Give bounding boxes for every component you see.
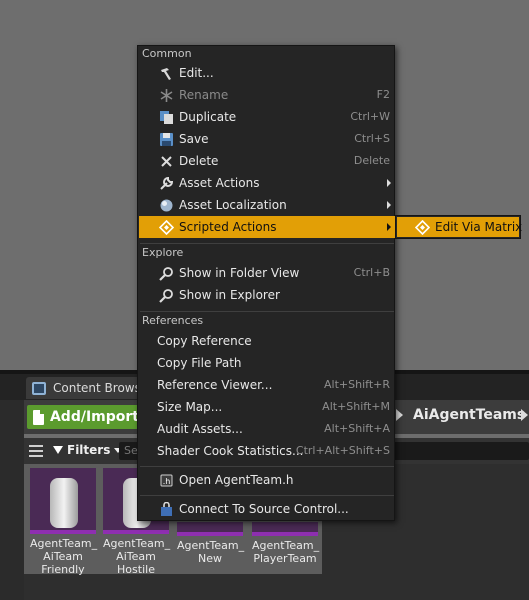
menu-item-shortcut: F2 <box>376 88 390 101</box>
asset-name: AgentTeam_ AiTeam Friendly <box>30 537 98 576</box>
section-header-explore: Explore <box>142 246 184 259</box>
asset-thumbnail <box>30 468 96 534</box>
asset-thumbnail <box>252 522 318 536</box>
menu-item-label: Reference Viewer... <box>157 378 273 392</box>
left-panel-strip <box>0 400 24 600</box>
delete-icon <box>161 156 172 167</box>
duplicate-icon <box>160 111 173 124</box>
save-icon <box>160 133 173 146</box>
funnel-icon <box>53 446 63 454</box>
asset-thumbnail <box>177 522 243 536</box>
asset-view-footer <box>24 574 322 600</box>
section-header-common: Common <box>142 47 192 60</box>
section-header-references: References <box>142 314 204 327</box>
menu-divider <box>140 466 394 467</box>
breadcrumb-current-folder[interactable]: AiAgentTeams <box>413 407 525 423</box>
menu-item-label: Save <box>179 132 209 146</box>
asset-name: AgentTeam_ New <box>177 539 245 565</box>
menu-item-duplicate[interactable]: Duplicate Ctrl+W <box>139 106 395 128</box>
menu-item-delete[interactable]: Delete Delete <box>139 150 395 172</box>
menu-item-label: Rename <box>179 88 229 102</box>
asset-name: AgentTeam_ PlayerTeam <box>252 539 320 565</box>
magnifier-icon <box>159 289 173 303</box>
menu-item-shortcut: Alt+Shift+M <box>322 400 390 413</box>
content-browser-icon <box>32 381 46 395</box>
menu-item-save[interactable]: Save Ctrl+S <box>139 128 395 150</box>
menu-item-shortcut: Alt+Shift+A <box>324 422 390 435</box>
filters-button[interactable]: Filters <box>53 443 123 457</box>
sources-list-icon[interactable] <box>29 445 43 457</box>
menu-item-label: Duplicate <box>179 110 237 124</box>
menu-item-audit-assets[interactable]: Audit Assets... Alt+Shift+A <box>139 418 395 440</box>
menu-item-show-in-folder-view[interactable]: Show in Folder View Ctrl+B <box>139 262 395 284</box>
menu-item-scripted-actions[interactable]: Scripted Actions <box>139 216 395 238</box>
menu-item-asset-localization[interactable]: Asset Localization <box>139 194 395 216</box>
wrench-icon <box>160 176 174 190</box>
menu-item-shortcut: Ctrl+W <box>350 110 390 123</box>
submenu-arrow-icon <box>387 201 391 209</box>
menu-item-shortcut: Ctrl+S <box>354 132 390 145</box>
menu-item-shortcut: Ctrl+B <box>353 266 390 279</box>
asset-context-menu: Common Edit... Rename F2 Duplicate Ctrl+… <box>137 45 395 521</box>
new-document-icon <box>33 409 44 425</box>
menu-item-rename[interactable]: Rename F2 <box>139 84 395 106</box>
breadcrumb-next-icon[interactable] <box>521 409 528 421</box>
menu-item-open-header[interactable]: .h Open AgentTeam.h <box>139 469 395 491</box>
menu-item-edit-via-matrix[interactable]: Edit Via Matrix <box>397 217 523 237</box>
menu-divider <box>140 243 394 244</box>
magnifier-icon <box>159 267 173 281</box>
menu-item-label: Delete <box>179 154 219 168</box>
menu-item-label: Audit Assets... <box>157 422 243 436</box>
menu-item-label: Edit Via Matrix <box>435 220 523 234</box>
menu-item-show-in-explorer[interactable]: Show in Explorer <box>139 284 395 306</box>
menu-item-copy-reference[interactable]: Copy Reference <box>139 330 395 352</box>
scripted-action-icon <box>159 220 174 235</box>
submenu-arrow-icon <box>387 179 391 187</box>
hammer-icon <box>161 68 171 80</box>
menu-item-label: Show in Folder View <box>179 266 300 280</box>
source-control-icon <box>161 502 172 516</box>
menu-item-reference-viewer[interactable]: Reference Viewer... Alt+Shift+R <box>139 374 395 396</box>
menu-item-label: Show in Explorer <box>179 288 280 302</box>
menu-item-label: Copy Reference <box>157 334 252 348</box>
menu-item-label: Open AgentTeam.h <box>179 473 294 487</box>
menu-item-shortcut: Alt+Shift+R <box>324 378 390 391</box>
menu-item-label: Connect To Source Control... <box>179 502 349 516</box>
scripted-action-icon <box>415 220 430 235</box>
asset-tile[interactable]: AgentTeam_ AiTeam Friendly <box>30 468 98 576</box>
menu-item-copy-file-path[interactable]: Copy File Path <box>139 352 395 374</box>
filters-label: Filters <box>67 443 111 457</box>
scripted-actions-submenu: Edit Via Matrix <box>395 215 523 239</box>
header-file-icon: .h <box>160 474 173 487</box>
asset-tile[interactable]: AgentTeam_ New <box>177 522 245 574</box>
submenu-arrow-icon <box>387 223 391 231</box>
asset-name: AgentTeam_ AiTeam Hostile <box>103 537 171 576</box>
add-import-label: Add/Import <box>49 409 139 425</box>
menu-item-label: Asset Actions <box>179 176 260 190</box>
menu-item-label: Edit... <box>179 66 214 80</box>
menu-item-asset-actions[interactable]: Asset Actions <box>139 172 395 194</box>
menu-item-shader-cook-statistics[interactable]: Shader Cook Statistics... Ctrl+Alt+Shift… <box>139 440 395 462</box>
menu-item-label: Size Map... <box>157 400 223 414</box>
globe-icon <box>160 199 173 212</box>
asset-tile[interactable]: AgentTeam_ PlayerTeam <box>252 522 320 574</box>
menu-item-shortcut: Ctrl+Alt+Shift+S <box>295 444 390 457</box>
svg-text:.h: .h <box>163 477 171 486</box>
menu-item-label: Shader Cook Statistics... <box>157 444 304 458</box>
add-import-button[interactable]: Add/Import <box>27 405 139 429</box>
menu-item-label: Scripted Actions <box>179 220 277 234</box>
menu-divider <box>140 495 394 496</box>
menu-item-label: Asset Localization <box>179 198 287 212</box>
menu-item-edit[interactable]: Edit... <box>139 62 395 84</box>
menu-item-shortcut: Delete <box>353 154 390 167</box>
menu-item-size-map[interactable]: Size Map... Alt+Shift+M <box>139 396 395 418</box>
rename-icon <box>160 89 173 102</box>
breadcrumb-separator-icon[interactable] <box>396 409 403 421</box>
menu-item-connect-source-control[interactable]: Connect To Source Control... <box>139 498 395 520</box>
cylinder-icon <box>50 478 78 528</box>
menu-item-label: Copy File Path <box>157 356 242 370</box>
menu-divider <box>140 311 394 312</box>
